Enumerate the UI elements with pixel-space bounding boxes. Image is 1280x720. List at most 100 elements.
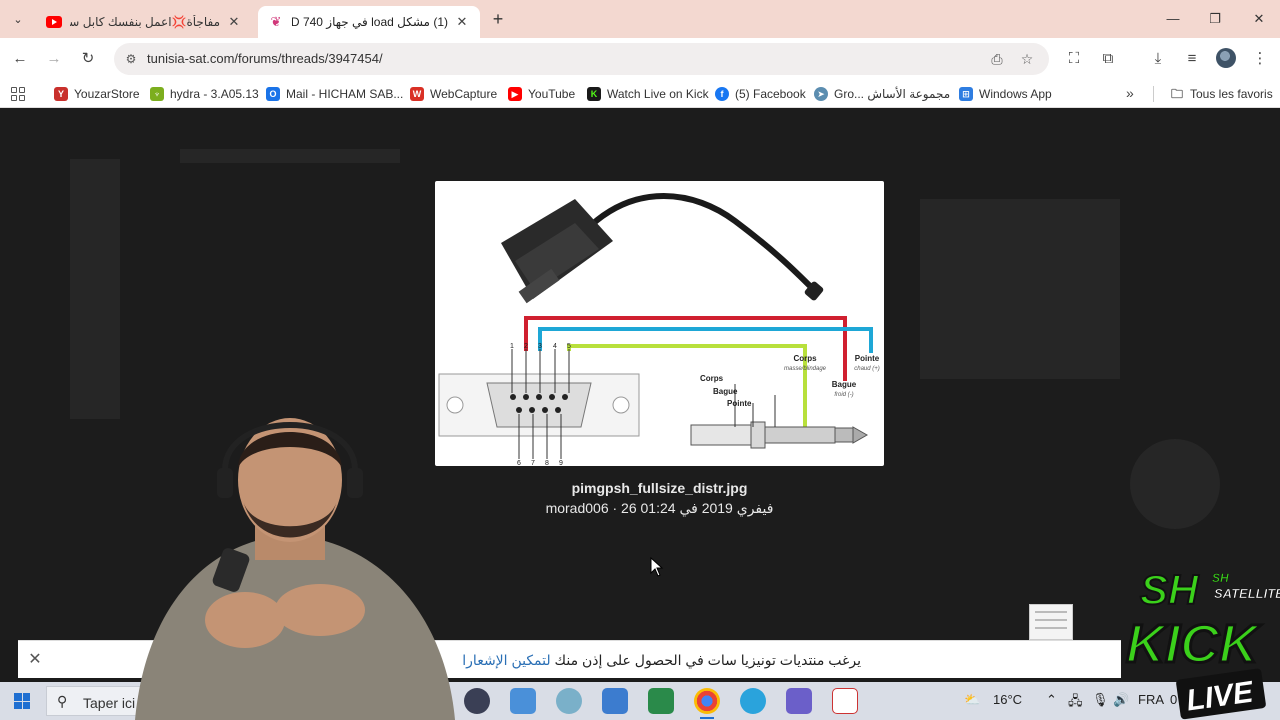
pin-label: 6: [517, 460, 521, 466]
youzar-icon: Y: [54, 87, 68, 101]
youtube-icon: [46, 16, 62, 28]
chrome-icon[interactable]: [694, 688, 720, 719]
restore-button[interactable]: ❐: [1200, 6, 1230, 32]
url-text[interactable]: tunisia-sat.com/forums/threads/3947454/: [147, 51, 383, 66]
site-info-icon[interactable]: ⚙: [122, 50, 140, 68]
calculator-icon[interactable]: [602, 688, 628, 714]
forward-button[interactable]: →: [42, 47, 66, 71]
reload-button[interactable]: ↻: [76, 47, 100, 71]
file-explorer-icon[interactable]: [510, 688, 536, 714]
hydra-icon: ♆: [150, 87, 164, 101]
back-button[interactable]: ←: [8, 47, 32, 71]
chevron-down-icon: ⌄: [13, 13, 23, 26]
telegram-icon[interactable]: [740, 688, 766, 714]
dimmed-content: [180, 149, 400, 163]
divider: [1153, 86, 1154, 102]
dimmed-content: [920, 199, 1120, 379]
pin-label: 8: [545, 460, 549, 466]
pin-label: 4: [553, 343, 557, 350]
windows-start-icon[interactable]: [14, 693, 30, 709]
media-control-icon[interactable]: ≡: [1180, 47, 1204, 71]
weather-icon[interactable]: ⛅: [964, 692, 980, 708]
bookmark-label: Watch Live on Kick: [607, 87, 709, 101]
pin-label: 5: [567, 343, 571, 350]
jack-sublabel: masse/blindage: [784, 366, 827, 372]
db9-connector: 1 2 3 4 5 6 7 8 9: [438, 343, 640, 467]
close-icon[interactable]: ✕: [226, 14, 242, 30]
pin-label: 9: [559, 460, 563, 466]
jack-sublabel: chaud (+): [854, 366, 880, 372]
menu-icon[interactable]: ⋮: [1248, 47, 1272, 71]
bookmark-webcapture[interactable]: W WebCapture: [410, 85, 497, 103]
downloads-icon[interactable]: ⤓: [1146, 47, 1170, 71]
weather-temp[interactable]: 16°C: [993, 692, 1022, 707]
folder-icon: 🗀: [1170, 87, 1183, 101]
screen-capture-icon[interactable]: ⛶: [1062, 47, 1086, 71]
mouse-cursor-icon: [650, 557, 664, 577]
plug-label-bague: Bague: [713, 387, 738, 396]
jack-label-bague: Bague: [832, 380, 857, 389]
chevron-right-icon[interactable]: »: [1126, 85, 1134, 101]
enable-notifications-link[interactable]: لتمكين الإشعارا: [462, 652, 550, 668]
extensions-icon[interactable]: ⧉: [1096, 47, 1120, 71]
bookmark-youzarstore[interactable]: Y YouzarStore: [54, 85, 140, 103]
cable-wiring-diagram: 1 2 3 4 5 6 7 8 9 Corps masse/blindage P…: [438, 193, 880, 467]
new-tab-button[interactable]: +: [488, 8, 508, 30]
browser-toolbar: ← → ↻ ⚙ tunisia-sat.com/forums/threads/3…: [0, 38, 1280, 80]
tab-search-button[interactable]: ⌄: [6, 7, 30, 31]
bookmark-label: WebCapture: [430, 87, 498, 101]
brand-sh: SH: [1140, 566, 1200, 613]
kick-icon: K: [587, 87, 601, 101]
notification-message: يرغب منتديات تونيزيا سات في الحصول على إ…: [550, 652, 861, 668]
bookmark-kick[interactable]: K Watch Live on Kick: [587, 85, 709, 103]
image-meta: morad006 · 26 فيفري 2019 في 01:24: [545, 500, 774, 516]
profile-avatar[interactable]: [1216, 48, 1236, 68]
close-icon[interactable]: ✕: [454, 14, 470, 30]
tab-forum-thread[interactable]: ❦ (1) مشكل load في جهاز 740 HD ✕: [258, 6, 480, 38]
pin-label: 2: [524, 343, 528, 350]
tunisia-sat-icon: ❦: [270, 14, 282, 29]
install-app-icon[interactable]: ⎙: [987, 49, 1007, 69]
network-icon[interactable]: 🖧: [1068, 692, 1083, 714]
bookmark-star-icon[interactable]: ☆: [1017, 49, 1037, 69]
bookmark-label: YouzarStore: [74, 87, 140, 101]
image-filename: pimgpsh_fullsize_distr.jpg: [571, 480, 748, 496]
close-icon[interactable]: ✕: [26, 651, 44, 669]
bookmark-label: hydra - 3.A05.13: [170, 87, 259, 101]
pin-label: 3: [538, 343, 542, 350]
bookmark-telegram-group[interactable]: ➤ Gro... مجموعة الأساش: [814, 85, 950, 103]
bookmarks-bar: Y YouzarStore ♆ hydra - 3.A05.13 O Mail …: [0, 80, 1280, 108]
outlook-icon: O: [266, 87, 280, 101]
address-bar[interactable]: ⚙ tunisia-sat.com/forums/threads/3947454…: [114, 43, 1049, 75]
microphone-icon[interactable]: 🎙: [1092, 692, 1109, 708]
plug-label-pointe: Pointe: [727, 399, 752, 408]
apps-grid-icon[interactable]: [11, 87, 25, 101]
bookmark-windows-app[interactable]: ⊞ Windows App: [959, 85, 1052, 103]
window-close-button[interactable]: ✕: [1244, 6, 1274, 32]
telegram-icon: ➤: [814, 87, 828, 101]
tab-youtube-video[interactable]: مفاجأة💢اعمل بنفسك كابل سوء ✕: [36, 6, 252, 38]
obs-icon[interactable]: [464, 688, 490, 714]
pin-label: 1: [510, 343, 514, 350]
network-tool-icon[interactable]: [786, 688, 812, 714]
lightbox-image[interactable]: 1 2 3 4 5 6 7 8 9 Corps masse/blindage P…: [435, 181, 884, 467]
excel-icon[interactable]: [648, 688, 674, 714]
minimize-button[interactable]: —: [1158, 6, 1188, 32]
dimmed-content: [1130, 439, 1220, 529]
chevron-up-icon[interactable]: ⌃: [1046, 692, 1057, 708]
app-icon[interactable]: [556, 688, 582, 714]
bookmark-mail[interactable]: O Mail - HICHAM SAB...: [266, 85, 403, 103]
search-icon: ⚲: [57, 693, 68, 709]
bookmark-hydra[interactable]: ♆ hydra - 3.A05.13: [150, 85, 259, 103]
all-favorites[interactable]: 🗀 Tous les favoris: [1170, 85, 1273, 103]
webcapture-icon: W: [410, 87, 424, 101]
jack-label-pointe: Pointe: [855, 354, 880, 363]
youtube-icon: ▶: [508, 87, 522, 101]
anydesk-icon[interactable]: [832, 688, 858, 714]
bookmark-youtube[interactable]: ▶ YouTube: [508, 85, 575, 103]
bookmark-label: Windows App: [979, 87, 1052, 101]
bookmark-facebook[interactable]: f (5) Facebook: [715, 85, 806, 103]
pin-label: 7: [531, 460, 535, 466]
streamer-webcam-overlay: [135, 418, 455, 720]
brand-satellite: SATELLITE: [1214, 586, 1280, 601]
